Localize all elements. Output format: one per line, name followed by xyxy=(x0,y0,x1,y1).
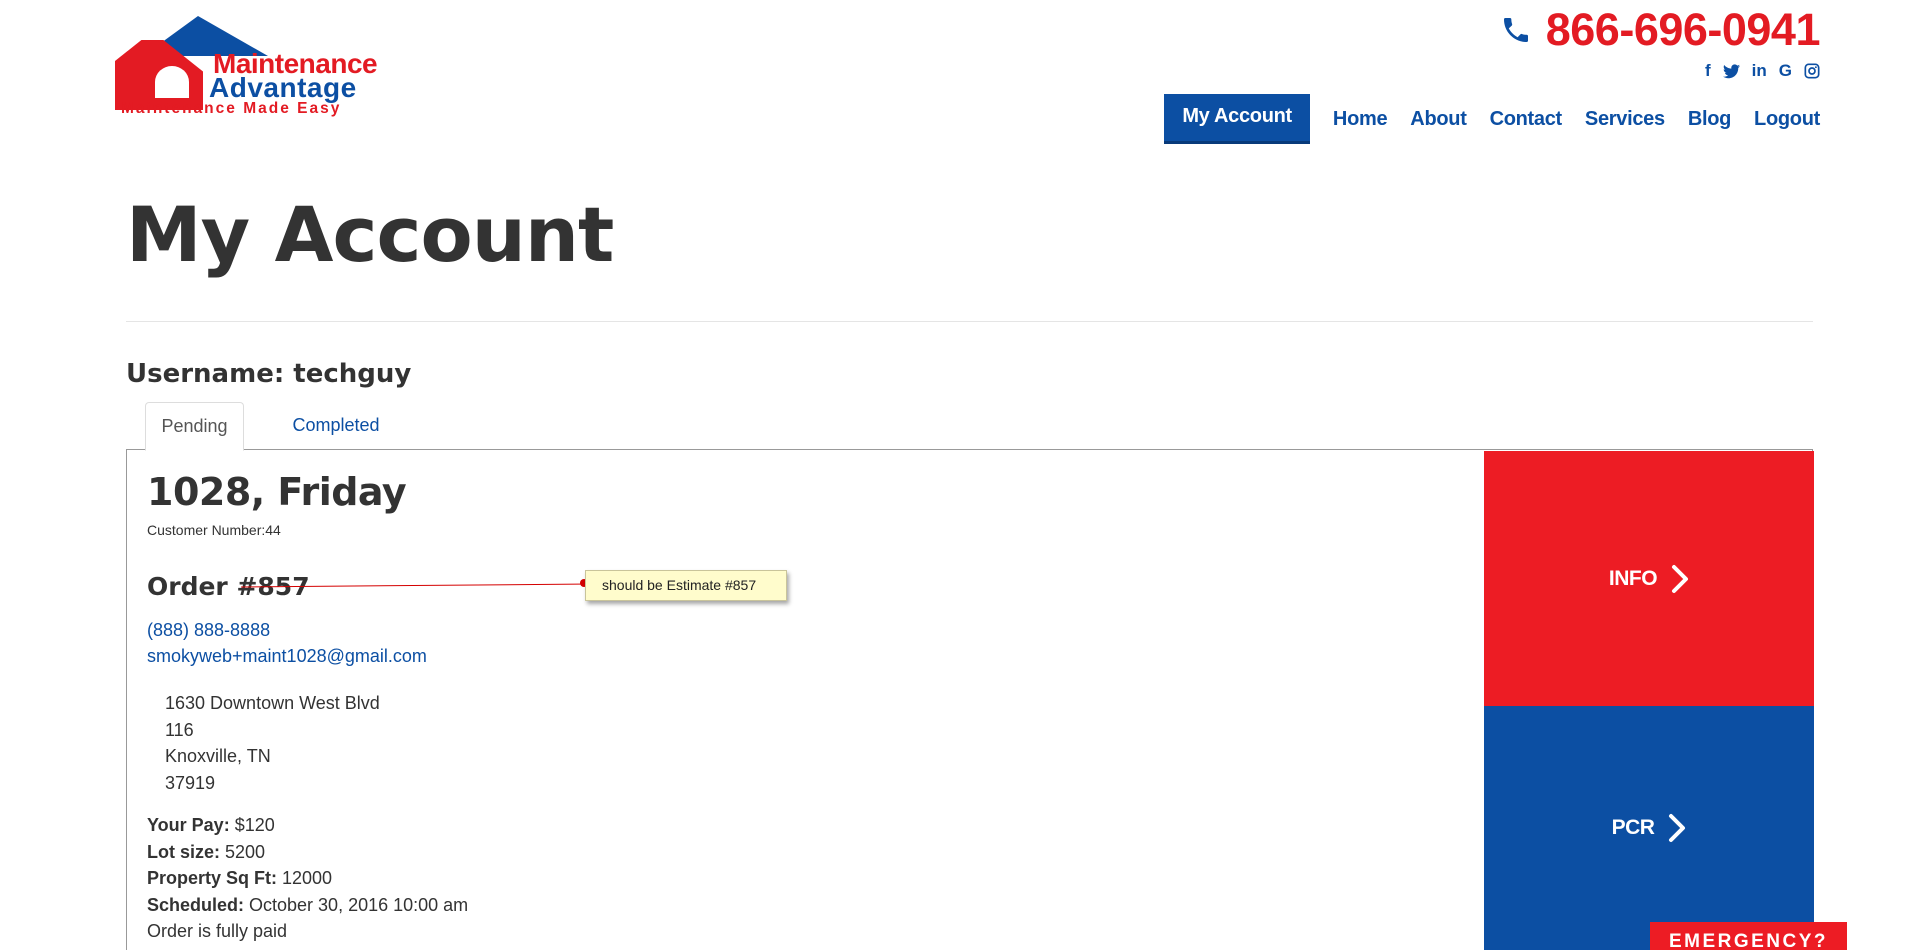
nav-contact[interactable]: Contact xyxy=(1490,108,1563,131)
title-divider xyxy=(126,321,1813,322)
username-label: Username: techguy xyxy=(126,359,412,389)
info-button[interactable]: INFO xyxy=(1484,451,1814,706)
detail-sqft-label: Property Sq Ft: xyxy=(147,868,278,888)
detail-scheduled-value: October 30, 2016 10:00 am xyxy=(244,894,469,915)
page-title: My Account xyxy=(126,190,614,279)
info-button-label: INFO xyxy=(1608,566,1658,590)
order-details: Your Pay: $120 Lot size: 5200 Property S… xyxy=(147,812,468,945)
detail-sqft: Property Sq Ft: 12000 xyxy=(147,865,468,892)
customer-email-link[interactable]: smokyweb+maint1028@gmail.com xyxy=(147,646,427,667)
tab-completed[interactable]: Completed xyxy=(281,402,391,451)
customer-phone-link[interactable]: (888) 888-8888 xyxy=(147,620,270,641)
address-line-zip: 37919 xyxy=(165,772,216,793)
nav-about[interactable]: About xyxy=(1410,108,1467,131)
detail-pay: Your Pay: $120 xyxy=(147,812,468,839)
detail-scheduled-label: Scheduled: xyxy=(147,894,245,915)
phone-number[interactable]: 866-696-0941 xyxy=(1546,4,1821,56)
emergency-button[interactable]: EMERGENCY? xyxy=(1650,922,1847,950)
pcr-button[interactable]: PCR xyxy=(1484,706,1814,950)
chevron-right-icon xyxy=(1669,814,1686,842)
header-phone[interactable]: 866-696-0941 xyxy=(1500,4,1821,56)
linkedin-icon[interactable]: in xyxy=(1752,61,1767,81)
detail-lot-size-value: 5200 xyxy=(220,841,266,862)
annotation-note[interactable]: should be Estimate #857 xyxy=(585,570,787,601)
address-line-street: 1630 Downtown West Blvd xyxy=(165,693,380,713)
detail-sqft-value: 12000 xyxy=(277,868,333,888)
pcr-button-label: PCR xyxy=(1611,816,1655,839)
order-tabs: Pending Completed xyxy=(126,402,1813,451)
service-address: 1630 Downtown West Blvd 116 Knoxville, T… xyxy=(165,690,380,796)
site-logo[interactable]: Maintenance Advantage Maintenance Made E… xyxy=(113,16,383,118)
nav-home[interactable]: Home xyxy=(1333,108,1388,131)
logo-tagline: Maintenance Made Easy xyxy=(121,100,342,117)
social-links: f in G xyxy=(1705,61,1820,81)
detail-lot-size: Lot size: 5200 xyxy=(147,839,468,866)
detail-scheduled: Scheduled: October 30, 2016 10:00 am xyxy=(147,892,468,919)
nav-blog[interactable]: Blog xyxy=(1688,108,1732,131)
nav-services[interactable]: Services xyxy=(1585,108,1665,131)
address-line-unit: 116 xyxy=(165,719,194,740)
order-panel: 1028, Friday Customer Number:44 Order #8… xyxy=(126,450,1814,950)
address-line-city: Knoxville, TN xyxy=(165,746,271,766)
customer-number: Customer Number:44 xyxy=(147,522,281,538)
logo-house-cutout xyxy=(155,66,189,98)
chevron-right-icon xyxy=(1672,564,1689,593)
detail-pay-value: $120 xyxy=(229,815,275,835)
tab-pending[interactable]: Pending xyxy=(145,402,244,451)
twitter-icon[interactable] xyxy=(1722,63,1740,79)
detail-lot-size-label: Lot size: xyxy=(147,841,221,862)
nav-my-account[interactable]: My Account xyxy=(1164,94,1310,144)
nav-logout[interactable]: Logout xyxy=(1754,108,1820,131)
order-title: 1028, Friday xyxy=(147,470,407,514)
google-icon[interactable]: G xyxy=(1779,61,1792,81)
payment-status: Order is fully paid xyxy=(147,921,288,941)
instagram-icon[interactable] xyxy=(1804,63,1820,79)
detail-pay-label: Your Pay: xyxy=(147,815,230,835)
facebook-icon[interactable]: f xyxy=(1705,61,1711,81)
annotation-arrow xyxy=(241,583,592,588)
phone-icon xyxy=(1503,18,1528,42)
main-nav: My Account Home About Contact Services B… xyxy=(1164,94,1820,144)
